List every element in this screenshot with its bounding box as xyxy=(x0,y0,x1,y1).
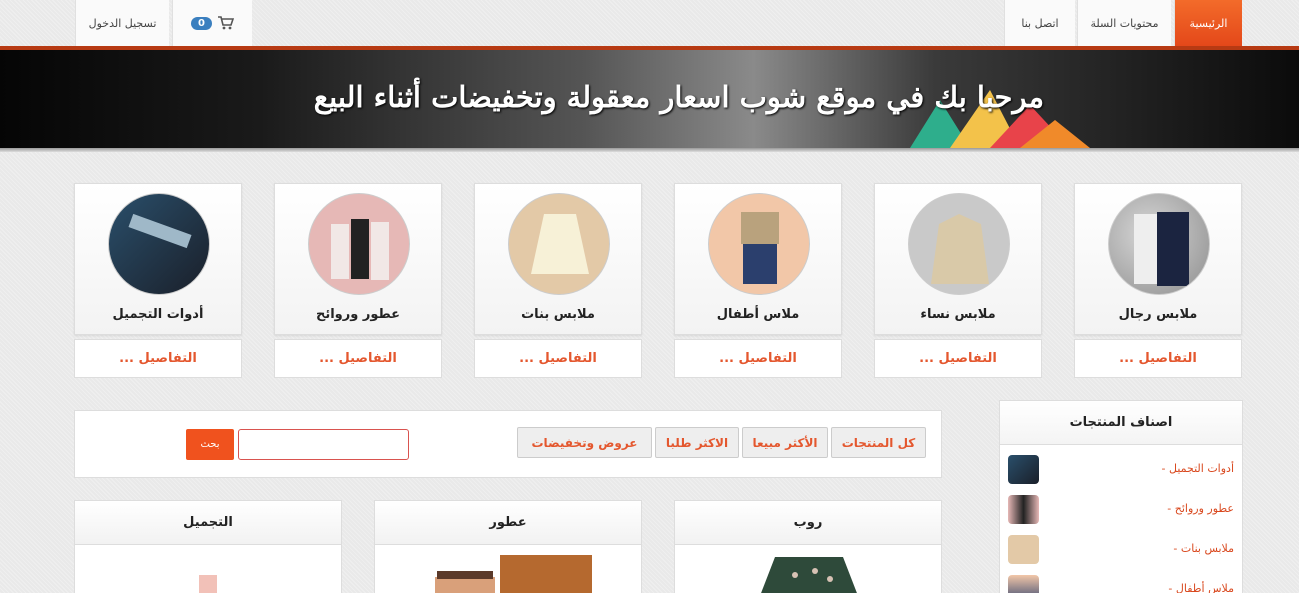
sidebar-thumbnail xyxy=(1008,535,1039,564)
sidebar-item[interactable]: - أدوات التجميل xyxy=(1000,451,1244,489)
filter-bar: كل المنتجات الأكثر مبيعا الاكثر طلبا عرو… xyxy=(74,410,942,478)
category-details-link[interactable]: ... التفاصيل xyxy=(1074,339,1242,378)
category-details-link[interactable]: ... التفاصيل xyxy=(674,339,842,378)
product-panel: عطور xyxy=(374,500,642,593)
nav-cart-contents-link[interactable]: محتويات السلة xyxy=(1077,0,1171,46)
search-input[interactable] xyxy=(238,429,409,460)
category-details-link[interactable]: ... التفاصيل xyxy=(74,339,242,378)
category-name: ملابس رجال xyxy=(1118,307,1198,322)
product-panel: التجميل xyxy=(74,500,342,593)
category-image xyxy=(708,193,810,295)
sidebar-title: اصناف المنتجات xyxy=(1000,401,1242,445)
category-details-link[interactable]: ... التفاصيل xyxy=(274,339,442,378)
category-card[interactable]: ملاس أطفال xyxy=(674,183,842,335)
panel-title: عطور xyxy=(375,501,641,545)
category-details-link[interactable]: ... التفاصيل xyxy=(874,339,1042,378)
category-name: عطور وروائح xyxy=(315,307,401,322)
cart-button[interactable]: 0 xyxy=(172,0,252,46)
sidebar-item-label: - أدوات التجميل xyxy=(1161,462,1234,475)
category-card[interactable]: أدوات التجميل xyxy=(74,183,242,335)
sidebar-thumbnail xyxy=(1008,495,1039,524)
category-name: ملابس نساء xyxy=(920,307,996,322)
banner-title: مرحبا بك في موقع شوب اسعار معقولة وتخفيض… xyxy=(313,80,1044,114)
sidebar-item-label: - ملابس بنات xyxy=(1173,542,1234,555)
category-image xyxy=(1108,193,1210,295)
category-card[interactable]: ملابس بنات xyxy=(474,183,642,335)
nav-contact-link[interactable]: اتصل بنا xyxy=(1004,0,1075,46)
search-button[interactable]: بحث xyxy=(186,429,234,460)
product-image xyxy=(761,557,857,593)
category-image xyxy=(108,193,210,295)
category-details-link[interactable]: ... التفاصيل xyxy=(474,339,642,378)
product-image xyxy=(199,575,217,593)
banner-bottom-edge xyxy=(0,148,1299,152)
cart-count-badge: 0 xyxy=(191,16,212,30)
welcome-banner: مرحبا بك في موقع شوب اسعار معقولة وتخفيض… xyxy=(0,50,1299,148)
panel-title: التجميل xyxy=(75,501,341,545)
filter-offers-button[interactable]: عروض وتخفيضات xyxy=(517,427,652,458)
top-navbar: الرئيسية محتويات السلة اتصل بنا 0 تسجيل … xyxy=(0,0,1299,50)
sidebar-thumbnail xyxy=(1008,455,1039,484)
category-name: أدوات التجميل xyxy=(112,307,204,322)
sidebar-item-label: - عطور وروائح xyxy=(1167,502,1234,515)
cart-icon xyxy=(217,16,234,30)
filter-all-button[interactable]: كل المنتجات xyxy=(831,427,926,458)
product-image xyxy=(435,555,592,593)
category-card[interactable]: ملابس رجال xyxy=(1074,183,1242,335)
category-card[interactable]: ملابس نساء xyxy=(874,183,1042,335)
category-image xyxy=(908,193,1010,295)
sidebar-item[interactable]: - عطور وروائح xyxy=(1000,491,1244,529)
sidebar-thumbnail xyxy=(1008,575,1039,593)
category-image xyxy=(508,193,610,295)
panel-title: روب xyxy=(675,501,941,545)
sidebar-item[interactable]: - ملابس بنات xyxy=(1000,531,1244,569)
sidebar-item-label: - ملاس أطفال xyxy=(1168,582,1234,593)
filter-best-selling-button[interactable]: الأكثر مبيعا xyxy=(742,427,828,458)
nav-home-link[interactable]: الرئيسية xyxy=(1174,0,1242,46)
product-panel: روب xyxy=(674,500,942,593)
sidebar-item[interactable]: - ملاس أطفال xyxy=(1000,571,1244,593)
categories-sidebar: اصناف المنتجات - أدوات التجميل - عطور ور… xyxy=(999,400,1243,593)
category-name: ملاس أطفال xyxy=(716,307,800,322)
filter-most-requested-button[interactable]: الاكثر طلبا xyxy=(655,427,739,458)
category-card[interactable]: عطور وروائح xyxy=(274,183,442,335)
nav-login-link[interactable]: تسجيل الدخول xyxy=(75,0,169,46)
category-image xyxy=(308,193,410,295)
category-name: ملابس بنات xyxy=(521,307,595,322)
